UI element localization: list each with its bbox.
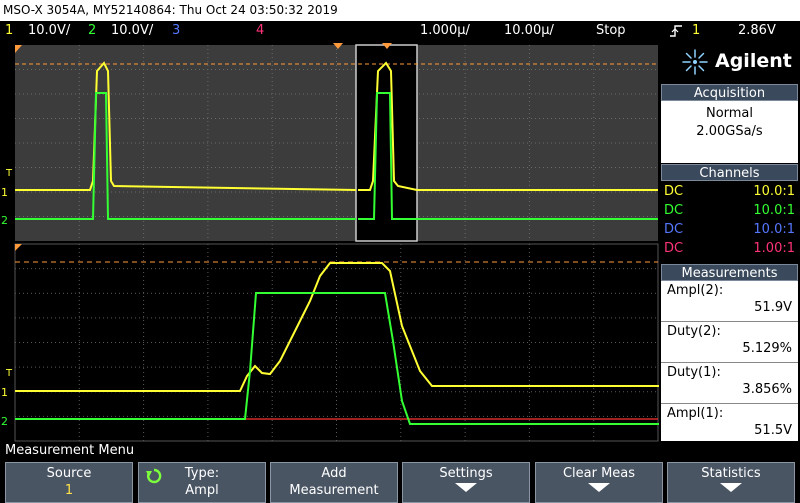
sample-rate: 2.00GSa/s (696, 124, 763, 139)
trigger-source[interactable]: 1 (692, 21, 700, 41)
channel-row-4[interactable]: DC 1.00:1 (661, 239, 798, 258)
acquisition-panel[interactable]: Normal 2.00GSa/s (661, 101, 798, 163)
horizontal-delay[interactable]: 10.00µ/ (504, 21, 554, 41)
menu-title: Measurement Menu (0, 442, 800, 460)
measurement-value: 51.5V (754, 423, 792, 438)
instrument-title: MSO-X 3054A, MY52140864: Thu Oct 24 03:5… (3, 3, 338, 17)
ch3-coupling: DC (664, 222, 684, 237)
run-state[interactable]: Stop (596, 21, 626, 41)
measurement-label: Ampl(2): (667, 283, 724, 298)
trigger-level[interactable]: 2.86V (738, 21, 776, 41)
measurement-label: Ampl(1): (667, 406, 724, 421)
main-ch2-label: 2 (1, 415, 8, 428)
add-measurement-softkey[interactable]: Add Measurement (270, 462, 398, 503)
channels-header: Channels (661, 164, 798, 181)
ch2-scale[interactable]: 10.0V/ (111, 21, 153, 41)
main-trigger-label: T (5, 368, 13, 379)
waveform-svg[interactable]: T 1 2 T 1 2 (0, 41, 660, 442)
clear-meas-softkey[interactable]: Clear Meas (535, 462, 663, 503)
acquisition-header: Acquisition (661, 84, 798, 101)
statistics-label: Statistics (701, 466, 761, 481)
source-softkey[interactable]: Source 1 (5, 462, 133, 503)
ch2-number[interactable]: 2 (88, 21, 96, 41)
main-ch1-label: 1 (1, 386, 8, 399)
softkey-bar: Source 1 Type: Ampl Add Measurement Sett… (0, 460, 800, 503)
title-bar: MSO-X 3054A, MY52140864: Thu Oct 24 03:5… (0, 0, 800, 21)
measurement-value: 51.9V (754, 300, 792, 315)
measurement-value: 5.129% (742, 341, 792, 356)
measurement-item[interactable]: Ampl(1): 51.5V (661, 404, 798, 444)
timebase-scale[interactable]: 1.000µ/ (420, 21, 470, 41)
measurement-label: Measurement (289, 483, 379, 498)
measurements-header: Measurements (661, 264, 798, 281)
ch4-probe: 1.00:1 (753, 241, 795, 256)
statistics-softkey[interactable]: Statistics (667, 462, 795, 503)
source-label: Source (46, 466, 92, 481)
clear-meas-label: Clear Meas (562, 466, 636, 481)
zoom-window-region (356, 45, 417, 241)
ch1-scale[interactable]: 10.0V/ (28, 21, 70, 41)
overview-ch1-label: 1 (1, 186, 8, 199)
ch3-number[interactable]: 3 (172, 21, 180, 41)
channel-row-1[interactable]: DC 10.0:1 (661, 182, 798, 201)
channels-panel[interactable]: DC 10.0:1 DC 10.0:1 DC 10.0:1 DC 1.00:1 (661, 182, 798, 262)
measurement-label: Duty(1): (667, 365, 721, 380)
source-value: 1 (64, 483, 74, 498)
channel-row-3[interactable]: DC 10.0:1 (661, 220, 798, 239)
ch3-probe: 10.0:1 (753, 222, 795, 237)
agilent-spark-icon (682, 49, 708, 75)
down-arrow-icon (588, 483, 610, 492)
settings-softkey[interactable]: Settings (402, 462, 530, 503)
measurement-item[interactable]: Ampl(2): 51.9V (661, 281, 798, 322)
ch4-coupling: DC (664, 241, 684, 256)
waveform-display[interactable]: T 1 2 T 1 2 (0, 41, 660, 442)
channel-row-2[interactable]: DC 10.0:1 (661, 201, 798, 220)
ch1-probe: 10.0:1 (753, 184, 795, 199)
rotate-knob-icon (146, 468, 162, 484)
brand-name: Agilent (715, 50, 792, 72)
ch1-coupling: DC (664, 184, 684, 199)
side-panel: Agilent Acquisition Normal 2.00GSa/s Cha… (659, 41, 800, 442)
overview-trigger-label: T (5, 168, 13, 179)
down-arrow-icon (720, 483, 742, 492)
brand-logo: Agilent (659, 41, 800, 83)
ch1-number[interactable]: 1 (5, 21, 13, 41)
status-bar: 1 10.0V/ 2 10.0V/ 3 4 1.000µ/ 10.00µ/ St… (0, 21, 800, 41)
ch4-number[interactable]: 4 (256, 21, 264, 41)
measurement-label: Duty(2): (667, 324, 721, 339)
overview-ch2-label: 2 (1, 214, 8, 227)
measurement-item[interactable]: Duty(2): 5.129% (661, 322, 798, 363)
down-arrow-icon (455, 483, 477, 492)
ch2-probe: 10.0:1 (753, 203, 795, 218)
measurement-value: 3.856% (742, 382, 792, 397)
measurement-item[interactable]: Duty(1): 3.856% (661, 363, 798, 404)
acquisition-mode: Normal (705, 106, 754, 121)
type-softkey[interactable]: Type: Ampl (138, 462, 266, 503)
measurements-panel[interactable]: Ampl(2): 51.9V Duty(2): 5.129% Duty(1): 3.8… (661, 281, 798, 441)
ch2-coupling: DC (664, 203, 684, 218)
settings-label: Settings (439, 466, 493, 481)
add-label: Add (321, 466, 347, 481)
